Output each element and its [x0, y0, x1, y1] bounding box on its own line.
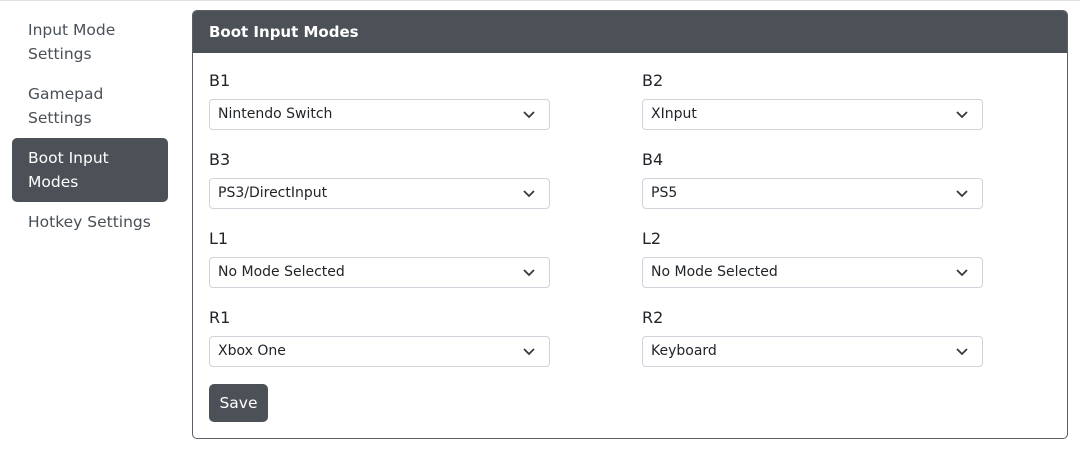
field-l2: L2 No Mode Selected [642, 229, 983, 288]
chevron-down-icon [956, 111, 968, 119]
select-b1[interactable]: Nintendo Switch [209, 99, 550, 130]
boot-input-modes-card: Boot Input Modes B1 Nintendo Switch B2 X… [192, 10, 1068, 439]
select-value: XInput [651, 106, 697, 122]
field-label-l1: L1 [209, 229, 229, 248]
select-value: Nintendo Switch [218, 106, 333, 122]
chevron-down-icon [523, 269, 535, 277]
sidebar-item-gamepad-settings[interactable]: Gamepad Settings [12, 74, 168, 138]
select-r2[interactable]: Keyboard [642, 336, 983, 367]
sidebar-item-hotkey-settings[interactable]: Hotkey Settings [12, 202, 168, 242]
select-l1[interactable]: No Mode Selected [209, 257, 550, 288]
field-label-l2: L2 [642, 229, 662, 248]
chevron-down-icon [523, 190, 535, 198]
select-value: Keyboard [651, 343, 717, 359]
sidebar-item-label: Settings [28, 109, 92, 127]
sidebar-item-boot-input-modes[interactable]: Boot Input Modes [12, 138, 168, 202]
sidebar-item-label: Hotkey Settings [28, 213, 151, 231]
save-button[interactable]: Save [209, 384, 268, 422]
field-label-r2: R2 [642, 308, 664, 327]
select-value: No Mode Selected [651, 264, 778, 280]
select-b2[interactable]: XInput [642, 99, 983, 130]
card-title: Boot Input Modes [193, 11, 1067, 53]
chevron-down-icon [523, 111, 535, 119]
sidebar-item-label: Settings [28, 45, 92, 63]
select-value: No Mode Selected [218, 264, 345, 280]
chevron-down-icon [956, 348, 968, 356]
field-r1: R1 Xbox One [209, 308, 550, 367]
sidebar-item-label: Boot Input [28, 149, 109, 167]
select-value: PS5 [651, 185, 678, 201]
select-value: Xbox One [218, 343, 286, 359]
field-label-b1: B1 [209, 71, 231, 90]
field-label-b4: B4 [642, 150, 664, 169]
top-divider [0, 0, 1080, 1]
chevron-down-icon [956, 269, 968, 277]
field-b2: B2 XInput [642, 71, 983, 130]
sidebar-item-label: Modes [28, 173, 79, 191]
field-b3: B3 PS3/DirectInput [209, 150, 550, 209]
field-label-b2: B2 [642, 71, 664, 90]
sidebar-item-label: Input Mode [28, 21, 116, 39]
field-label-b3: B3 [209, 150, 231, 169]
field-l1: L1 No Mode Selected [209, 229, 550, 288]
select-b3[interactable]: PS3/DirectInput [209, 178, 550, 209]
field-r2: R2 Keyboard [642, 308, 983, 367]
select-value: PS3/DirectInput [218, 185, 328, 201]
field-b4: B4 PS5 [642, 150, 983, 209]
sidebar-item-label: Gamepad [28, 85, 104, 103]
field-b1: B1 Nintendo Switch [209, 71, 550, 130]
sidebar-item-input-mode-settings[interactable]: Input Mode Settings [12, 10, 168, 74]
chevron-down-icon [523, 348, 535, 356]
select-l2[interactable]: No Mode Selected [642, 257, 983, 288]
chevron-down-icon [956, 190, 968, 198]
sidebar-nav: Input Mode Settings Gamepad Settings Boo… [12, 10, 168, 242]
field-label-r1: R1 [209, 308, 231, 327]
select-b4[interactable]: PS5 [642, 178, 983, 209]
select-r1[interactable]: Xbox One [209, 336, 550, 367]
